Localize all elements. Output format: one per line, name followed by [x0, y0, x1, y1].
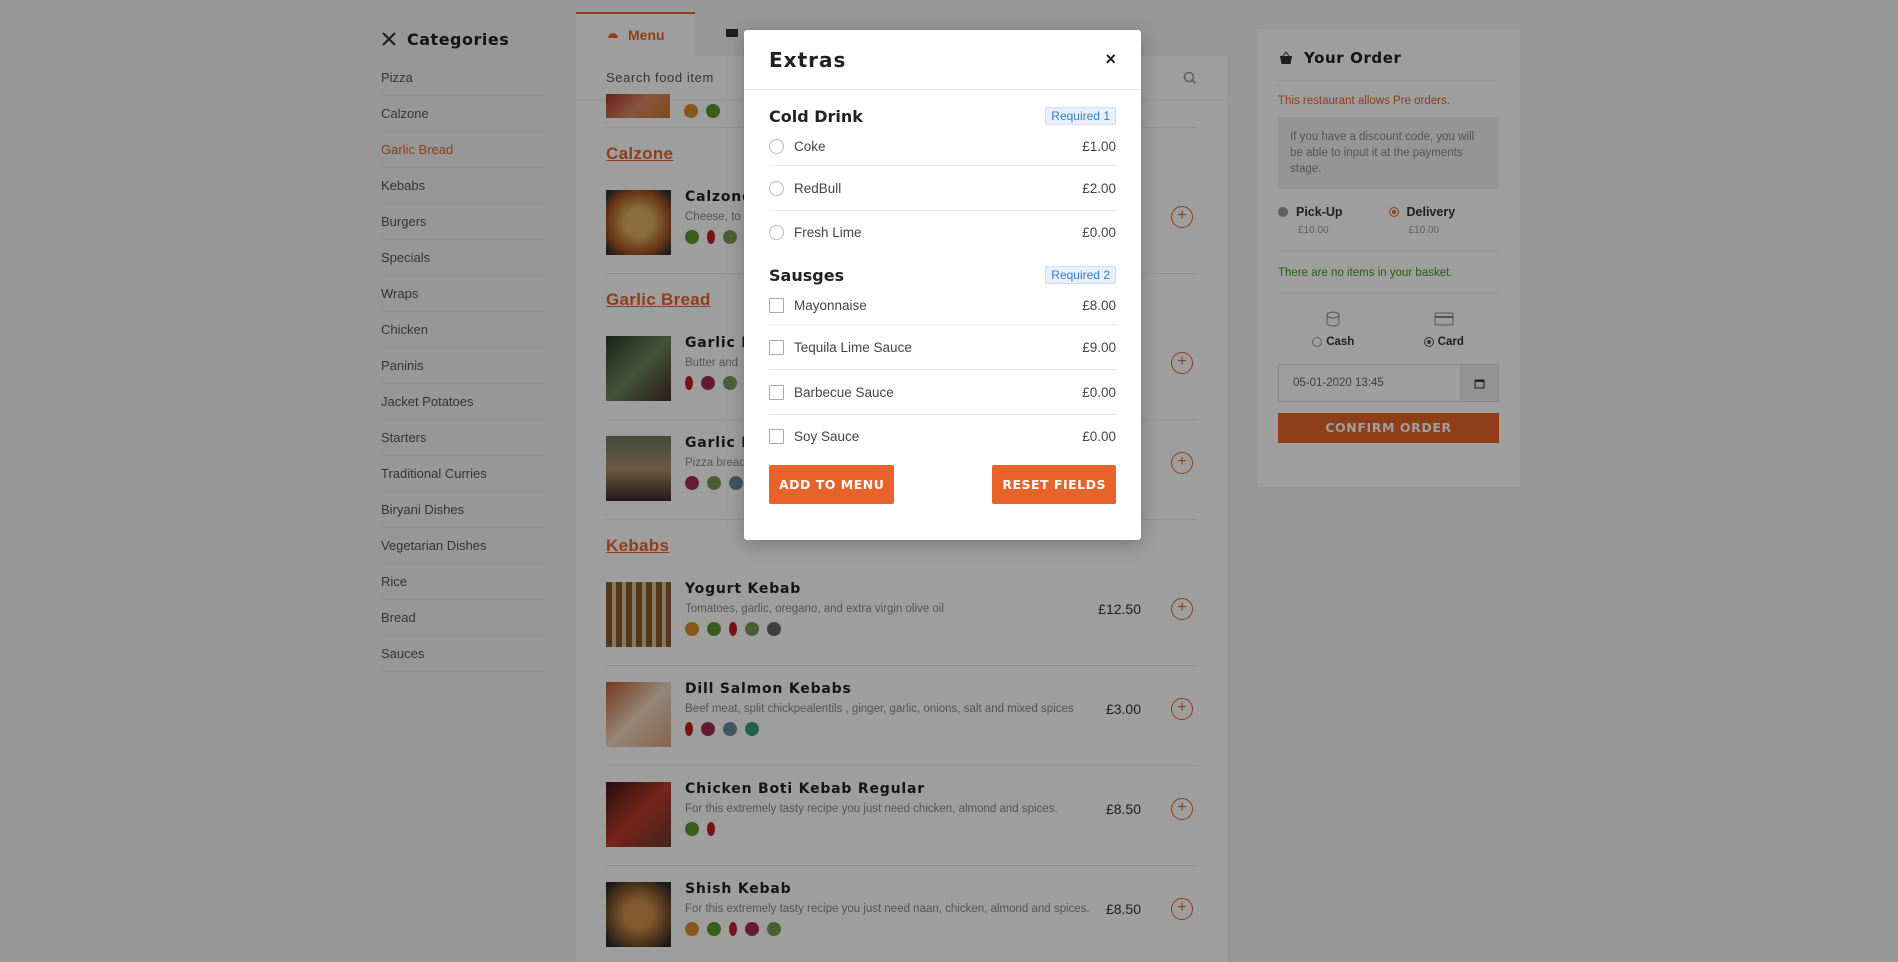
option-price: £0.00 — [1082, 224, 1116, 240]
reset-fields-button[interactable]: RESET FIELDS — [992, 465, 1116, 504]
modal-actions: ADD TO MENU RESET FIELDS — [769, 465, 1116, 504]
required-badge: Required 1 — [1045, 107, 1116, 125]
modal-header: Extras × — [744, 30, 1141, 90]
option-price: £8.00 — [1082, 298, 1116, 313]
option-label: Barbecue Sauce — [794, 384, 894, 400]
modal-body: Cold Drink Required 1 Coke £1.00 RedBull… — [744, 104, 1141, 504]
option-checkbox[interactable] — [769, 298, 784, 313]
modal-title: Extras — [769, 47, 847, 72]
option-label: Soy Sauce — [794, 428, 860, 444]
option-soy-sauce[interactable]: Soy Sauce £0.00 — [769, 415, 1116, 457]
option-checkbox[interactable] — [769, 339, 784, 355]
option-price: £0.00 — [1082, 384, 1116, 400]
option-radio[interactable] — [769, 180, 784, 196]
option-checkbox[interactable] — [769, 428, 784, 444]
group-name: Cold Drink — [769, 106, 863, 126]
option-price: £2.00 — [1082, 180, 1116, 196]
option-label: RedBull — [794, 180, 842, 196]
group-name: Sausges — [769, 265, 845, 285]
close-button[interactable]: × — [1105, 49, 1116, 70]
group-header-sausges: Sausges Required 2 — [769, 263, 1116, 287]
option-list-sausges: Mayonnaise £8.00 Tequila Lime Sauce £9.0… — [769, 287, 1116, 457]
option-label: Fresh Lime — [794, 224, 862, 240]
required-badge: Required 2 — [1045, 266, 1116, 284]
group-header-cold-drink: Cold Drink Required 1 — [769, 104, 1116, 128]
option-checkbox[interactable] — [769, 384, 784, 400]
extras-modal: Extras × Cold Drink Required 1 Coke £1.0… — [744, 30, 1141, 540]
option-radio[interactable] — [769, 224, 784, 240]
option-label: Coke — [794, 139, 826, 154]
option-redbull[interactable]: RedBull £2.00 — [769, 166, 1116, 211]
option-price: £1.00 — [1082, 139, 1116, 154]
option-label: Tequila Lime Sauce — [794, 339, 912, 355]
option-price: £0.00 — [1082, 428, 1116, 444]
option-coke[interactable]: Coke £1.00 — [769, 128, 1116, 166]
option-tequila-lime-sauce[interactable]: Tequila Lime Sauce £9.00 — [769, 325, 1116, 370]
option-label: Mayonnaise — [794, 298, 867, 313]
option-price: £9.00 — [1082, 339, 1116, 355]
option-radio[interactable] — [769, 139, 784, 154]
add-to-menu-button[interactable]: ADD TO MENU — [769, 465, 895, 504]
option-fresh-lime[interactable]: Fresh Lime £0.00 — [769, 211, 1116, 253]
option-barbecue-sauce[interactable]: Barbecue Sauce £0.00 — [769, 370, 1116, 415]
option-mayonnaise[interactable]: Mayonnaise £8.00 — [769, 287, 1116, 325]
option-list-cold-drink: Coke £1.00 RedBull £2.00 Fresh Lime £0.0… — [769, 128, 1116, 253]
